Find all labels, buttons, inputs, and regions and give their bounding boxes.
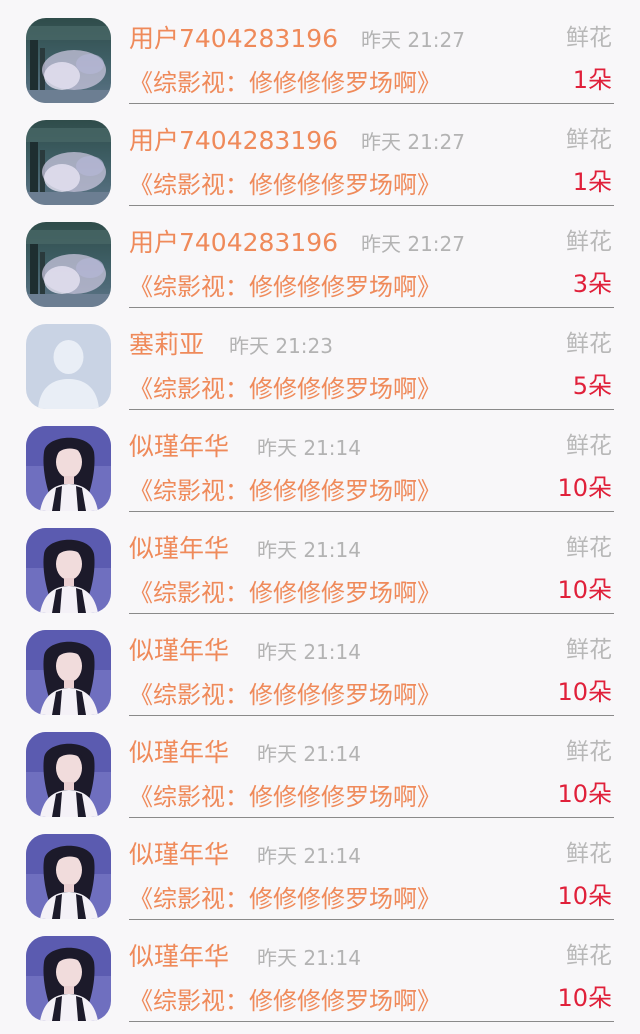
username[interactable]: 似瑾年华 <box>129 634 229 668</box>
timestamp: 昨天 21:27 <box>361 28 465 52</box>
gift-type-label: 鲜花 <box>566 943 612 969</box>
gift-count: 3朵 <box>572 270 612 298</box>
list-item[interactable]: 似瑾年华 昨天 21:14 鲜花 《综影视：修修修修罗场啊》 10朵 <box>0 816 640 920</box>
book-title[interactable]: 《综影视：修修修修罗场啊》 <box>129 780 441 814</box>
book-title[interactable]: 《综影视：修修修修罗场啊》 <box>129 270 441 304</box>
avatar[interactable] <box>26 222 111 307</box>
timestamp: 昨天 21:23 <box>229 334 333 358</box>
timestamp: 昨天 21:14 <box>257 640 361 664</box>
username[interactable]: 用户7404283196 <box>129 226 338 260</box>
list-item[interactable]: 用户7404283196 昨天 21:27 鲜花 《综影视：修修修修罗场啊》 3… <box>0 204 640 308</box>
book-title[interactable]: 《综影视：修修修修罗场啊》 <box>129 882 441 916</box>
username[interactable]: 用户7404283196 <box>129 124 338 158</box>
gift-type-label: 鲜花 <box>566 637 612 663</box>
gift-type-label: 鲜花 <box>566 739 612 765</box>
avatar[interactable] <box>26 834 111 919</box>
book-title[interactable]: 《综影视：修修修修罗场啊》 <box>129 678 441 712</box>
username[interactable]: 似瑾年华 <box>129 430 229 464</box>
gift-count: 1朵 <box>572 168 612 196</box>
list-item[interactable]: 用户7404283196 昨天 21:27 鲜花 《综影视：修修修修罗场啊》 1… <box>0 0 640 104</box>
gift-count: 1朵 <box>572 66 612 94</box>
list-item[interactable]: 塞莉亚 昨天 21:23 鲜花 《综影视：修修修修罗场啊》 5朵 <box>0 306 640 410</box>
divider <box>129 1021 614 1022</box>
list-item[interactable]: 似瑾年华 昨天 21:14 鲜花 《综影视：修修修修罗场啊》 10朵 <box>0 612 640 716</box>
gift-count: 5朵 <box>572 372 612 400</box>
avatar[interactable] <box>26 18 111 103</box>
username[interactable]: 似瑾年华 <box>129 736 229 770</box>
book-title[interactable]: 《综影视：修修修修罗场啊》 <box>129 168 441 202</box>
gift-count: 10朵 <box>557 576 612 604</box>
gift-count: 10朵 <box>557 882 612 910</box>
timestamp: 昨天 21:14 <box>257 844 361 868</box>
book-title[interactable]: 《综影视：修修修修罗场啊》 <box>129 372 441 406</box>
list-item[interactable]: 似瑾年华 昨天 21:14 鲜花 《综影视：修修修修罗场啊》 10朵 <box>0 510 640 614</box>
gift-type-label: 鲜花 <box>566 229 612 255</box>
book-title[interactable]: 《综影视：修修修修罗场啊》 <box>129 576 441 610</box>
gift-count: 10朵 <box>557 984 612 1012</box>
list-item[interactable]: 用户7404283196 昨天 21:27 鲜花 《综影视：修修修修罗场啊》 1… <box>0 102 640 206</box>
book-title[interactable]: 《综影视：修修修修罗场啊》 <box>129 66 441 100</box>
avatar[interactable] <box>26 426 111 511</box>
gift-type-label: 鲜花 <box>566 535 612 561</box>
timestamp: 昨天 21:27 <box>361 232 465 256</box>
gift-type-label: 鲜花 <box>566 25 612 51</box>
gift-count: 10朵 <box>557 678 612 706</box>
list-item[interactable]: 似瑾年华 昨天 21:14 鲜花 《综影视：修修修修罗场啊》 10朵 <box>0 408 640 512</box>
gift-type-label: 鲜花 <box>566 433 612 459</box>
timestamp: 昨天 21:14 <box>257 436 361 460</box>
gift-type-label: 鲜花 <box>566 127 612 153</box>
timestamp: 昨天 21:14 <box>257 538 361 562</box>
timestamp: 昨天 21:14 <box>257 946 361 970</box>
username[interactable]: 似瑾年华 <box>129 838 229 872</box>
timestamp: 昨天 21:14 <box>257 742 361 766</box>
gift-count: 10朵 <box>557 780 612 808</box>
username[interactable]: 塞莉亚 <box>129 328 204 362</box>
avatar[interactable] <box>26 732 111 817</box>
book-title[interactable]: 《综影视：修修修修罗场啊》 <box>129 474 441 508</box>
list-item[interactable]: 似瑾年华 昨天 21:14 鲜花 《综影视：修修修修罗场啊》 10朵 <box>0 918 640 1022</box>
username[interactable]: 似瑾年华 <box>129 532 229 566</box>
avatar[interactable] <box>26 528 111 613</box>
gift-type-label: 鲜花 <box>566 331 612 357</box>
gift-count: 10朵 <box>557 474 612 502</box>
timestamp: 昨天 21:27 <box>361 130 465 154</box>
username[interactable]: 似瑾年华 <box>129 940 229 974</box>
gift-type-label: 鲜花 <box>566 841 612 867</box>
book-title[interactable]: 《综影视：修修修修罗场啊》 <box>129 984 441 1018</box>
gift-list: 用户7404283196 昨天 21:27 鲜花 《综影视：修修修修罗场啊》 1… <box>0 0 640 1034</box>
avatar[interactable] <box>26 324 111 409</box>
avatar[interactable] <box>26 936 111 1021</box>
username[interactable]: 用户7404283196 <box>129 22 338 56</box>
list-item[interactable]: 似瑾年华 昨天 21:14 鲜花 《综影视：修修修修罗场啊》 10朵 <box>0 714 640 818</box>
avatar[interactable] <box>26 120 111 205</box>
avatar[interactable] <box>26 630 111 715</box>
